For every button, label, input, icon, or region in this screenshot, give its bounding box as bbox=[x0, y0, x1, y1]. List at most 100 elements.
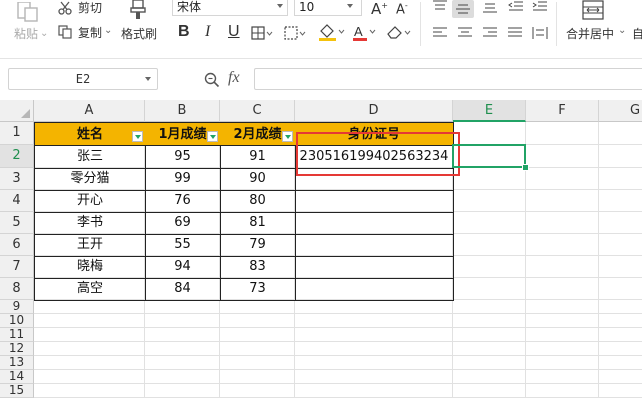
increase-indent-icon[interactable] bbox=[532, 0, 548, 14]
table-cell[interactable]: 80 bbox=[220, 190, 296, 213]
decrease-font-icon[interactable]: A- bbox=[396, 0, 408, 17]
grid-cell[interactable] bbox=[599, 370, 642, 384]
table-cell[interactable] bbox=[295, 190, 454, 213]
grid-cell[interactable] bbox=[526, 328, 599, 342]
grid-cell[interactable] bbox=[526, 145, 599, 168]
font-size-select[interactable]: 10 bbox=[294, 0, 362, 16]
grid-cell[interactable] bbox=[34, 356, 145, 370]
grid-cell[interactable] bbox=[526, 370, 599, 384]
grid-cell[interactable] bbox=[526, 356, 599, 370]
grid-cell[interactable] bbox=[145, 370, 220, 384]
font-color-icon[interactable]: A bbox=[352, 24, 378, 41]
grid-cell[interactable] bbox=[453, 190, 526, 212]
table-header-cell[interactable]: 1月成绩 bbox=[145, 122, 221, 146]
grid-cell[interactable] bbox=[34, 370, 145, 384]
underline-icon[interactable]: U bbox=[228, 24, 240, 40]
grid-cell[interactable] bbox=[220, 384, 295, 398]
table-cell[interactable]: 94 bbox=[145, 256, 221, 279]
increase-font-icon[interactable]: A+ bbox=[371, 0, 388, 17]
grid-cell[interactable] bbox=[220, 314, 295, 328]
grid-cell[interactable] bbox=[295, 342, 453, 356]
copy-dropdown-icon[interactable]: ⌄ bbox=[104, 24, 112, 38]
grid-cell[interactable] bbox=[599, 314, 642, 328]
grid-cell[interactable] bbox=[34, 328, 145, 342]
cut-button[interactable]: 剪切 bbox=[78, 1, 102, 15]
grid-cell[interactable] bbox=[220, 300, 295, 314]
row-header[interactable]: 2 bbox=[0, 145, 34, 168]
row-header[interactable]: 9 bbox=[0, 300, 34, 314]
table-cell[interactable] bbox=[295, 278, 454, 301]
grid-cell[interactable] bbox=[599, 328, 642, 342]
grid-cell[interactable] bbox=[453, 328, 526, 342]
align-right-icon[interactable] bbox=[482, 26, 498, 40]
grid-cell[interactable] bbox=[34, 314, 145, 328]
merge-dropdown-icon[interactable]: ⌄ bbox=[618, 24, 626, 38]
column-header[interactable]: F bbox=[526, 100, 599, 122]
grid-cell[interactable] bbox=[526, 278, 599, 300]
grid-cell[interactable] bbox=[220, 356, 295, 370]
table-cell[interactable] bbox=[295, 256, 454, 279]
distributed-align-icon[interactable] bbox=[532, 26, 548, 40]
autofit-button[interactable]: 自 bbox=[632, 27, 642, 41]
filter-dropdown-icon[interactable] bbox=[207, 131, 218, 142]
grid-cell[interactable] bbox=[145, 300, 220, 314]
grid-cell[interactable] bbox=[34, 384, 145, 398]
grid-cell[interactable] bbox=[220, 342, 295, 356]
grid-cell[interactable] bbox=[295, 356, 453, 370]
grid-cell[interactable] bbox=[295, 384, 453, 398]
filter-dropdown-icon[interactable] bbox=[282, 131, 293, 142]
table-cell[interactable]: 晓梅 bbox=[34, 256, 146, 279]
column-header[interactable]: A bbox=[34, 100, 145, 122]
grid-cell[interactable] bbox=[526, 190, 599, 212]
row-header[interactable]: 11 bbox=[0, 328, 34, 342]
paste-button-label[interactable]: 粘贴 bbox=[14, 27, 38, 41]
grid-cell[interactable] bbox=[599, 342, 642, 356]
grid-cell[interactable] bbox=[453, 356, 526, 370]
table-header-cell[interactable]: 姓名 bbox=[34, 122, 146, 146]
grid-cell[interactable] bbox=[599, 278, 642, 300]
table-cell[interactable]: 73 bbox=[220, 278, 296, 301]
row-header[interactable]: 5 bbox=[0, 212, 34, 234]
table-cell[interactable]: 90 bbox=[220, 168, 296, 191]
filter-dropdown-icon[interactable] bbox=[132, 131, 143, 142]
grid-cell[interactable] bbox=[34, 342, 145, 356]
grid-cell[interactable] bbox=[599, 190, 642, 212]
table-cell[interactable]: 高空 bbox=[34, 278, 146, 301]
table-cell[interactable] bbox=[295, 212, 454, 235]
grid-cell[interactable] bbox=[526, 342, 599, 356]
grid-cell[interactable] bbox=[145, 342, 220, 356]
grid-cell[interactable] bbox=[599, 356, 642, 370]
align-bottom-icon[interactable] bbox=[482, 0, 498, 14]
column-header[interactable]: D bbox=[295, 100, 453, 122]
decrease-indent-icon[interactable] bbox=[508, 0, 524, 14]
grid-cell[interactable] bbox=[453, 122, 526, 145]
table-cell[interactable]: 95 bbox=[145, 145, 221, 169]
grid-cell[interactable] bbox=[453, 370, 526, 384]
table-cell[interactable]: 55 bbox=[145, 234, 221, 257]
row-header[interactable]: 15 bbox=[0, 384, 34, 398]
grid-cell[interactable] bbox=[295, 314, 453, 328]
grid-cell[interactable] bbox=[453, 384, 526, 398]
grid-cell[interactable] bbox=[526, 256, 599, 278]
format-painter-button[interactable]: 格式刷 bbox=[121, 27, 157, 41]
grid-cell[interactable] bbox=[526, 314, 599, 328]
grid-cell[interactable] bbox=[453, 168, 526, 190]
italic-icon[interactable]: I bbox=[205, 24, 210, 40]
row-header[interactable]: 8 bbox=[0, 278, 34, 300]
table-cell[interactable]: 张三 bbox=[34, 145, 146, 169]
fill-handle[interactable] bbox=[522, 164, 529, 171]
align-left-icon[interactable] bbox=[432, 26, 448, 40]
table-header-cell[interactable]: 2月成绩 bbox=[220, 122, 296, 146]
column-header[interactable]: B bbox=[145, 100, 220, 122]
grid-cell[interactable] bbox=[145, 314, 220, 328]
paste-icon[interactable] bbox=[16, 2, 40, 22]
align-center-icon[interactable] bbox=[457, 26, 473, 40]
grid-cell[interactable] bbox=[599, 122, 642, 145]
grid-cell[interactable] bbox=[453, 234, 526, 256]
grid-cell[interactable] bbox=[526, 212, 599, 234]
grid-cell[interactable] bbox=[599, 384, 642, 398]
grid-cell[interactable] bbox=[453, 256, 526, 278]
table-cell[interactable]: 99 bbox=[145, 168, 221, 191]
grid-cell[interactable] bbox=[145, 384, 220, 398]
copy-icon[interactable] bbox=[58, 25, 72, 39]
